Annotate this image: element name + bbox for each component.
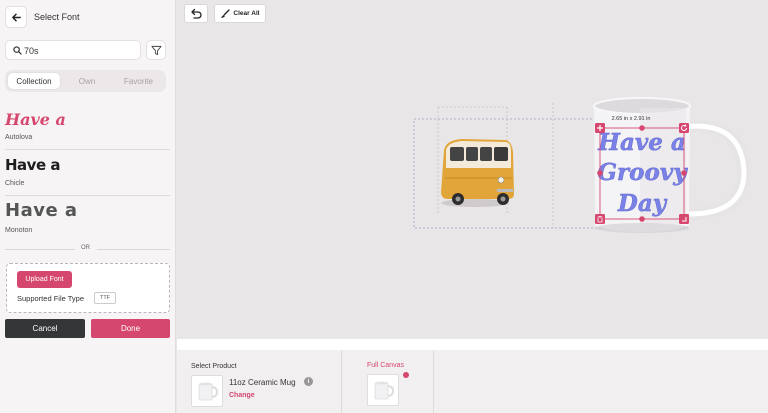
design-text-line: Day	[617, 190, 668, 217]
divider	[5, 249, 75, 250]
font-sample: Have a	[5, 200, 78, 221]
brush-icon	[221, 8, 231, 18]
divider	[433, 350, 434, 413]
panel-header: Select Font	[0, 0, 176, 34]
design-text-line: Groovy	[597, 159, 688, 186]
undo-icon	[191, 8, 202, 19]
cancel-button[interactable]: Cancel	[5, 319, 85, 338]
product-thumbnail[interactable]	[191, 375, 223, 407]
search-value: 70s	[24, 46, 39, 56]
filter-icon	[150, 45, 162, 55]
tab-own[interactable]: Own	[63, 72, 111, 90]
divider	[97, 249, 170, 250]
resize-handle[interactable]	[639, 216, 645, 222]
mug-icon	[374, 381, 395, 400]
change-product-link[interactable]: Change	[229, 392, 255, 399]
full-canvas-thumbnail[interactable]	[367, 374, 399, 406]
file-type-badge: TTF	[94, 292, 116, 304]
back-button[interactable]	[5, 6, 27, 28]
tab-collection[interactable]: Collection	[7, 72, 61, 90]
font-search-input[interactable]: 70s	[5, 40, 141, 60]
scale-icon[interactable]	[679, 214, 689, 224]
panel-title: Select Font	[34, 12, 80, 22]
font-panel: Select Font 70s Collection Own Favorite …	[0, 0, 176, 413]
resize-handle[interactable]	[681, 170, 687, 176]
divider	[5, 195, 170, 196]
or-separator: OR	[5, 244, 170, 254]
product-name: 11oz Ceramic Mug	[229, 378, 296, 387]
move-icon[interactable]	[595, 123, 605, 133]
arrow-left-icon	[11, 13, 21, 21]
rotate-icon[interactable]	[679, 123, 689, 133]
design-text-line: Have a	[597, 129, 686, 156]
supported-file-type-label: Supported File Type	[17, 294, 84, 303]
font-sample: Have a	[5, 110, 66, 129]
dimension-label: 2.65 in x 2.91 in	[612, 116, 651, 122]
design-canvas[interactable]: Have a Groovy Day 2.65 in x 2.91 in	[177, 27, 768, 339]
clear-all-label: Clear All	[233, 10, 260, 17]
font-name: Monoton	[5, 227, 33, 234]
font-item-autolova[interactable]: Have a Autolova	[5, 110, 170, 148]
product-bar: Select Product 11oz Ceramic Mug i Change…	[177, 350, 768, 413]
done-button[interactable]: Done	[91, 319, 170, 338]
full-canvas-label[interactable]: Full Canvas	[367, 362, 404, 369]
mug-icon	[198, 382, 219, 401]
font-item-monoton[interactable]: Have a Monoton	[5, 200, 170, 240]
font-sample: Have a	[5, 156, 60, 174]
font-item-chicle[interactable]: Have a Chicle	[5, 156, 170, 194]
canvas-footer-strip	[177, 339, 768, 350]
divider	[5, 149, 170, 150]
font-name: Autolova	[5, 134, 33, 141]
info-icon[interactable]: i	[304, 377, 313, 386]
delete-icon[interactable]	[595, 214, 605, 224]
resize-handle[interactable]	[597, 170, 603, 176]
undo-button[interactable]	[184, 4, 208, 23]
tab-favorite[interactable]: Favorite	[113, 72, 164, 90]
divider	[341, 350, 342, 413]
search-icon	[13, 46, 22, 55]
or-label: OR	[81, 245, 90, 251]
select-product-label: Select Product	[191, 363, 237, 370]
clear-all-button[interactable]: Clear All	[214, 4, 266, 23]
filter-button[interactable]	[146, 40, 166, 60]
font-name: Chicle	[5, 180, 25, 187]
upload-font-button[interactable]: Upload Font	[17, 271, 72, 288]
font-tabs: Collection Own Favorite	[5, 70, 166, 92]
resize-handle[interactable]	[639, 125, 645, 131]
vw-bus-image[interactable]	[441, 139, 514, 207]
active-indicator-dot	[403, 372, 409, 378]
upload-font-dropzone[interactable]: Upload Font Supported File Type TTF	[6, 263, 170, 313]
